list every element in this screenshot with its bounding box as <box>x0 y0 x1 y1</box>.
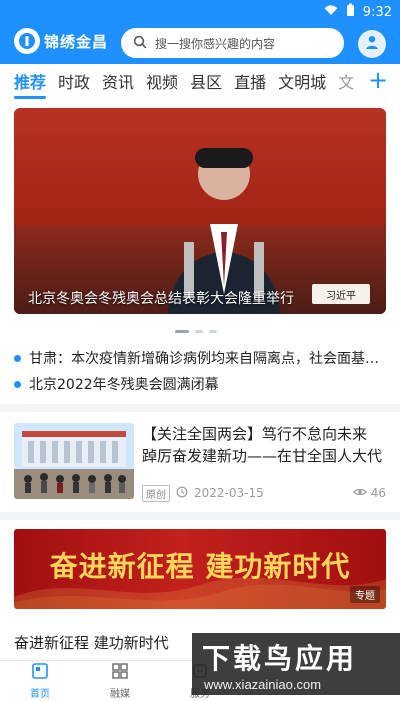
banner-topic-tag: 专题 <box>350 586 380 603</box>
banner-title[interactable]: 奋进新征程 建功新时代 <box>14 632 169 653</box>
carousel-dot[interactable] <box>175 330 189 333</box>
tab-politics[interactable]: 时政 <box>58 69 90 93</box>
section-divider <box>0 512 400 520</box>
hero-carousel[interactable]: 北京冬奥会冬残奥会总结表彰大会隆重举行 习近平 <box>14 108 386 314</box>
article-date: 2022-03-15 <box>194 486 264 500</box>
status-time: 9:32 <box>362 4 392 20</box>
category-tabs: 推荐 时政 资讯 视频 县区 直播 文明城 文 + <box>0 64 400 99</box>
carousel-dots <box>175 330 217 333</box>
headline-text: 甘肃：本次疫情新增确诊病例均来自隔离点，社会面基本清零 <box>29 351 386 367</box>
article-thumbnail-image <box>14 423 134 499</box>
carousel-dot[interactable] <box>195 330 203 333</box>
hero-nameplate: 习近平 <box>312 284 370 304</box>
nav-media[interactable]: 融媒 <box>80 661 160 701</box>
search-placeholder: 搜一搜你感兴趣的内容 <box>155 36 276 51</box>
section-divider <box>0 404 400 412</box>
logo-badge-icon <box>14 28 40 54</box>
add-tab-button[interactable]: + <box>366 68 390 92</box>
tab-recommend[interactable]: 推荐 <box>14 69 47 99</box>
tab-more-partial[interactable]: 文 <box>338 69 354 93</box>
views-count: 46 <box>353 486 386 500</box>
headline-list: 甘肃：本次疫情新增确诊病例均来自隔离点，社会面基本清零 北京2022年冬残奥会圆… <box>14 345 386 397</box>
bullet-dot-icon <box>14 354 21 362</box>
status-bar: 9:32 <box>0 0 400 22</box>
headline-item[interactable]: 北京2022年冬残奥会圆满闭幕 <box>14 371 386 397</box>
user-icon <box>364 34 380 54</box>
top-bar: 锦绣金昌 搜一搜你感兴趣的内容 <box>0 22 400 64</box>
search-bar[interactable]: 搜一搜你感兴趣的内容 <box>121 28 344 58</box>
nav-home-label: 首页 <box>30 689 50 700</box>
headline-item[interactable]: 甘肃：本次疫情新增确诊病例均来自隔离点，社会面基本清零 <box>14 345 386 371</box>
article-card[interactable]: 【关注全国两会】笃行不怠向未来 踔厉奋发建新功——在甘全国人大代表热议政府工作报… <box>14 423 386 503</box>
eye-icon <box>353 486 367 500</box>
headline-text: 北京2022年冬残奥会圆满闭幕 <box>29 377 219 393</box>
battery-icon <box>346 3 355 21</box>
tab-civilized-city[interactable]: 文明城 <box>278 69 326 93</box>
banner-headline: 奋进新征程 建功新时代 <box>49 550 351 583</box>
clock-icon <box>176 486 188 501</box>
app-logo[interactable]: 锦绣金昌 <box>14 28 108 54</box>
status-icons: 9:32 <box>324 3 392 21</box>
hero-person-image <box>168 148 280 314</box>
nav-media-label: 融媒 <box>110 689 130 700</box>
views-number: 46 <box>370 486 386 500</box>
article-title: 【关注全国两会】笃行不怠向未来 踔厉奋发建新功——在甘全国人大代表热议政府工作报… <box>142 425 383 465</box>
article-thumbnail <box>14 423 134 499</box>
watermark-title: 下载鸟应用 <box>202 642 358 675</box>
article-meta: 原创 2022-03-15 46 <box>142 484 386 502</box>
watermark-overlay: 下载鸟应用 www.xiazainiao.com <box>192 633 400 695</box>
wifi-icon <box>324 4 338 20</box>
plus-icon: + <box>367 66 389 94</box>
watermark-url: www.xiazainiao.com <box>204 677 322 692</box>
grid-icon <box>111 662 129 683</box>
topic-banner[interactable]: 奋进新征程 建功新时代 专题 <box>14 529 386 609</box>
tab-live[interactable]: 直播 <box>234 69 266 93</box>
logo-text: 锦绣金昌 <box>44 32 109 51</box>
tab-county[interactable]: 县区 <box>190 69 222 93</box>
bullet-dot-icon <box>14 380 21 388</box>
hero-caption: 北京冬奥会冬残奥会总结表彰大会隆重举行 <box>28 291 294 307</box>
original-tag: 原创 <box>142 484 170 502</box>
tab-video[interactable]: 视频 <box>146 69 178 93</box>
tab-news[interactable]: 资讯 <box>102 69 134 93</box>
nav-home[interactable]: 首页 <box>0 661 80 701</box>
search-icon <box>133 34 147 53</box>
carousel-dot[interactable] <box>209 330 217 333</box>
user-profile-button[interactable] <box>358 30 386 58</box>
home-icon <box>31 662 49 683</box>
